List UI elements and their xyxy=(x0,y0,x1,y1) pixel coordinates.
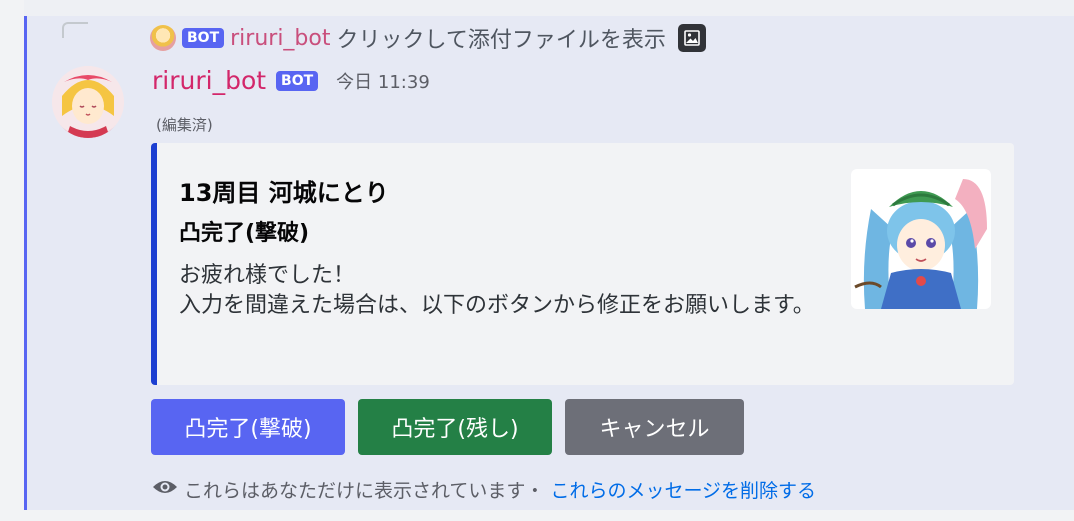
eye-icon xyxy=(152,478,178,501)
next-message-strip xyxy=(24,510,1074,521)
reply-avatar[interactable] xyxy=(150,25,176,51)
reply-username[interactable]: riruri_bot xyxy=(230,26,330,51)
reply-reference[interactable]: BOT riruri_bot クリックして添付ファイルを表示 xyxy=(150,22,706,54)
confirm-defeat-button[interactable]: 凸完了(撃破) xyxy=(151,399,345,455)
ephemeral-notice: これらはあなただけに表示されています・ これらのメッセージを削除する xyxy=(152,476,816,503)
embed-description: お疲れ様でした！ 入力を間違えた場合は、以下のボタンから修正をお願いします。 xyxy=(179,263,815,318)
timestamp[interactable]: 今日 11:39 xyxy=(336,68,430,94)
ephemeral-text: これらはあなただけに表示されています・ xyxy=(184,480,545,502)
confirm-remain-button[interactable]: 凸完了(残し) xyxy=(358,399,552,455)
embed-title: 13周目 河城にとり xyxy=(179,179,389,207)
embed-subtitle: 凸完了(撃破) xyxy=(179,221,310,246)
avatar[interactable] xyxy=(52,66,124,138)
image-icon[interactable] xyxy=(677,24,706,52)
previous-message-strip xyxy=(24,0,1074,16)
message-header: riruri_bot BOT 今日 11:39 xyxy=(152,66,430,95)
bot-badge: BOT xyxy=(182,28,225,48)
cancel-button[interactable]: キャンセル xyxy=(565,399,744,455)
dismiss-messages-link[interactable]: これらのメッセージを削除する xyxy=(550,476,816,503)
embed: 13周目 河城にとり 凸完了(撃破) お疲れ様でした！ 入力を間違えた場合は、以… xyxy=(151,143,1014,385)
embed-thumbnail[interactable] xyxy=(851,169,991,309)
author-name[interactable]: riruri_bot xyxy=(152,66,266,95)
edited-label: (編集済) xyxy=(156,116,213,134)
bot-badge: BOT xyxy=(276,70,319,91)
action-row: 凸完了(撃破) 凸完了(残し) キャンセル xyxy=(151,399,744,455)
reply-spine xyxy=(62,22,88,38)
reply-text[interactable]: クリックして添付ファイルを表示 xyxy=(336,22,665,54)
